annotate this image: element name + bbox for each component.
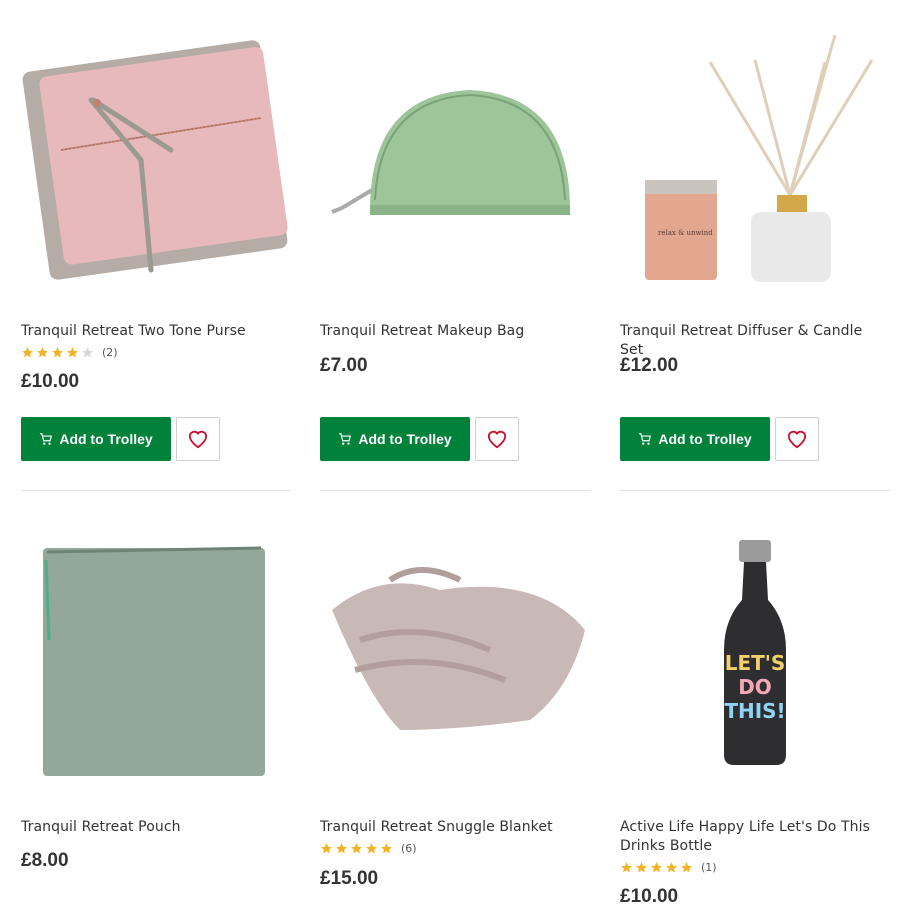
- product-image-diffuser-set[interactable]: relax & unwind: [620, 0, 890, 282]
- product-price: £10.00: [620, 886, 679, 907]
- trolley-icon: [639, 433, 652, 445]
- star-rating: (6): [320, 842, 417, 855]
- add-to-trolley-label: Add to Trolley: [658, 431, 752, 447]
- review-count[interactable]: (6): [401, 842, 417, 855]
- heart-icon: [188, 430, 208, 449]
- star-icon: [621, 862, 632, 873]
- product-grid: Tranquil Retreat Two Tone Purse (2) £10.…: [0, 0, 898, 923]
- bottle-text-line3: THIS!: [724, 699, 785, 723]
- divider: [320, 490, 590, 491]
- bottle-text-line1: LET'S: [725, 651, 786, 675]
- candle-text: relax & unwind: [658, 229, 713, 237]
- divider: [620, 490, 890, 491]
- product-title[interactable]: Tranquil Retreat Makeup Bag: [320, 322, 524, 341]
- product-image-drinks-bottle[interactable]: LET'S DO THIS!: [620, 530, 890, 790]
- product-image-pouch[interactable]: [21, 530, 291, 790]
- product-image-purse[interactable]: [21, 0, 291, 280]
- star-icon: [351, 843, 362, 854]
- product-title[interactable]: Active Life Happy Life Let's Do This Dri…: [620, 818, 870, 856]
- product-title-line2: Drinks Bottle: [620, 838, 713, 854]
- divider: [21, 490, 291, 491]
- add-to-trolley-button[interactable]: Add to Trolley: [320, 417, 470, 461]
- product-price: £15.00: [320, 868, 379, 889]
- add-to-trolley-label: Add to Trolley: [358, 431, 452, 447]
- trolley-icon: [40, 433, 53, 445]
- star-icon: [366, 843, 377, 854]
- star-icon: [321, 843, 332, 854]
- product-title-line1: Active Life Happy Life Let's Do This: [620, 819, 870, 835]
- star-icon: [336, 843, 347, 854]
- star-empty-icon: [82, 347, 93, 358]
- product-price: £8.00: [21, 850, 69, 871]
- bottle-text-line2: DO: [738, 675, 772, 699]
- product-image-blanket[interactable]: [320, 530, 590, 790]
- wishlist-button[interactable]: [775, 417, 819, 461]
- star-icon: [381, 843, 392, 854]
- star-icon: [636, 862, 647, 873]
- star-icon: [666, 862, 677, 873]
- product-price: £7.00: [320, 355, 368, 376]
- heart-icon: [787, 430, 807, 449]
- review-count[interactable]: (1): [701, 861, 717, 874]
- product-image-makeup-bag[interactable]: [320, 0, 590, 260]
- star-icon: [22, 347, 33, 358]
- wishlist-button[interactable]: [176, 417, 220, 461]
- star-icon: [681, 862, 692, 873]
- wishlist-button[interactable]: [475, 417, 519, 461]
- product-price: £10.00: [21, 371, 80, 392]
- star-icon: [37, 347, 48, 358]
- star-icon: [67, 347, 78, 358]
- product-title[interactable]: Tranquil Retreat Snuggle Blanket: [320, 818, 553, 837]
- add-to-trolley-button[interactable]: Add to Trolley: [21, 417, 171, 461]
- star-rating: (2): [21, 346, 118, 359]
- star-rating: (1): [620, 861, 717, 874]
- add-to-trolley-label: Add to Trolley: [59, 431, 153, 447]
- trolley-icon: [339, 433, 352, 445]
- review-count[interactable]: (2): [102, 346, 118, 359]
- product-title[interactable]: Tranquil Retreat Pouch: [21, 818, 181, 837]
- add-to-trolley-button[interactable]: Add to Trolley: [620, 417, 770, 461]
- star-icon: [52, 347, 63, 358]
- product-price: £12.00: [620, 355, 679, 376]
- heart-icon: [487, 430, 507, 449]
- product-title[interactable]: Tranquil Retreat Two Tone Purse: [21, 322, 246, 341]
- star-icon: [651, 862, 662, 873]
